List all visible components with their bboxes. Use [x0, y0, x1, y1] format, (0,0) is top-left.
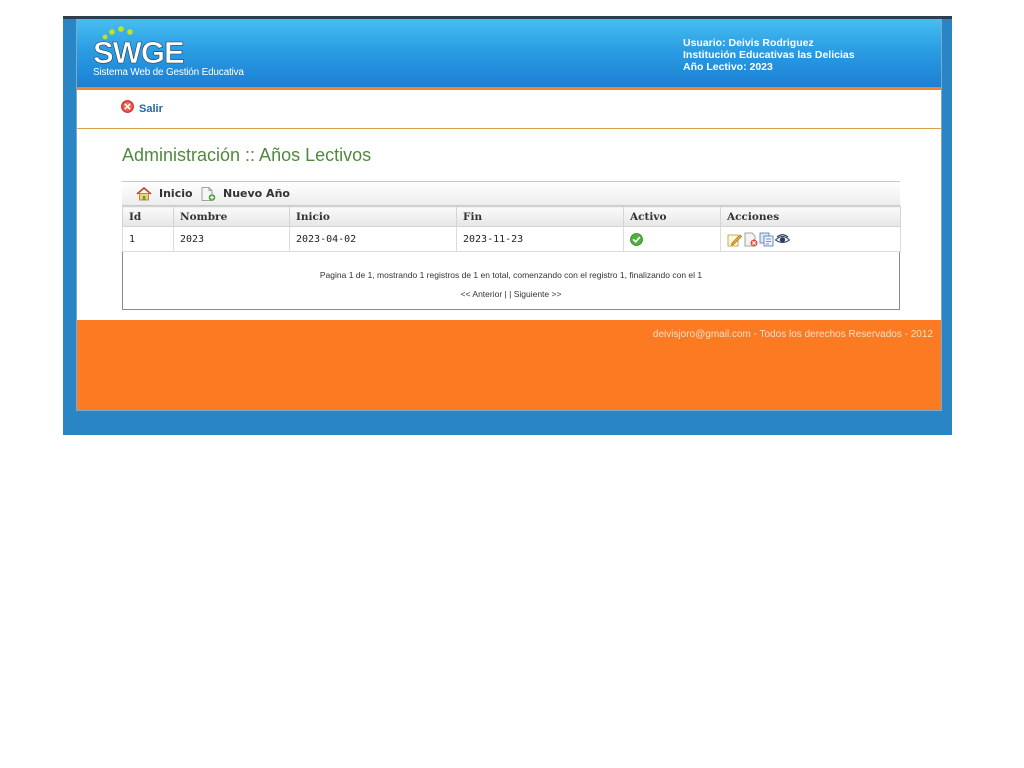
- previous-link[interactable]: << Anterior: [461, 289, 503, 299]
- table-row[interactable]: 1 2023 2023-04-02 2023-11-23: [122, 226, 901, 252]
- user-name: Usuario: Deivis Rodriguez: [683, 37, 814, 49]
- page-title: Administración :: Años Lectivos: [122, 145, 372, 165]
- logo: SWGE: [93, 26, 233, 66]
- header-divider: [77, 87, 941, 90]
- cell-actions: [720, 226, 901, 252]
- institution-name: Institución Educativas las Delicias: [683, 49, 855, 61]
- new-document-icon: [201, 187, 216, 201]
- column-header-end[interactable]: Fin: [456, 206, 624, 227]
- tagline: Sistema Web de Gestión Educativa: [93, 67, 244, 78]
- logo-text: SWGE: [93, 35, 184, 66]
- column-header-name[interactable]: Nombre: [173, 206, 290, 227]
- view-icon[interactable]: [775, 232, 790, 247]
- close-circle-icon[interactable]: [121, 100, 134, 113]
- copy-icon[interactable]: [759, 232, 774, 247]
- edit-icon[interactable]: [727, 232, 742, 247]
- school-years-table: Id Nombre Inicio Fin Activo Acciones 1 2…: [122, 206, 901, 252]
- page-frame: SWGE Sistema Web de Gestión Educativa Us…: [63, 16, 952, 435]
- new-year-label: Nuevo Año: [223, 187, 290, 200]
- home-icon: [136, 187, 152, 201]
- main-container: SWGE Sistema Web de Gestión Educativa Us…: [76, 19, 942, 411]
- divider: [77, 128, 941, 129]
- school-year: Año Lectivo: 2023: [683, 61, 773, 73]
- pagination-separator: | |: [502, 289, 514, 299]
- header-banner: SWGE Sistema Web de Gestión Educativa Us…: [77, 20, 941, 87]
- footer: deivisjoro@gmail.com - Todos los derecho…: [77, 320, 941, 410]
- column-header-start[interactable]: Inicio: [289, 206, 457, 227]
- pagination: Pagina 1 de 1, mostrando 1 registros de …: [122, 252, 900, 310]
- cell-id: 1: [122, 226, 174, 252]
- cell-name: 2023: [173, 226, 290, 252]
- next-link[interactable]: Siguiente >>: [514, 289, 562, 299]
- column-header-id[interactable]: Id: [122, 206, 174, 227]
- cell-start: 2023-04-02: [289, 226, 457, 252]
- logout-link[interactable]: Salir: [139, 103, 163, 115]
- cell-active: [623, 226, 721, 252]
- home-label: Inicio: [159, 187, 193, 200]
- cell-end: 2023-11-23: [456, 226, 624, 252]
- column-header-active[interactable]: Activo: [623, 206, 721, 227]
- pagination-nav: << Anterior | | Siguiente >>: [123, 289, 899, 299]
- user-info: Usuario: Deivis Rodriguez Institución Ed…: [683, 37, 855, 73]
- column-header-actions: Acciones: [720, 206, 901, 227]
- pagination-info: Pagina 1 de 1, mostrando 1 registros de …: [319, 270, 703, 280]
- table-header-row: Id Nombre Inicio Fin Activo Acciones: [122, 206, 901, 227]
- check-circle-icon: [630, 232, 643, 246]
- delete-icon[interactable]: [743, 232, 758, 247]
- toolbar: Inicio Nuevo Año: [122, 181, 900, 206]
- footer-text: deivisjoro@gmail.com - Todos los derecho…: [652, 329, 933, 340]
